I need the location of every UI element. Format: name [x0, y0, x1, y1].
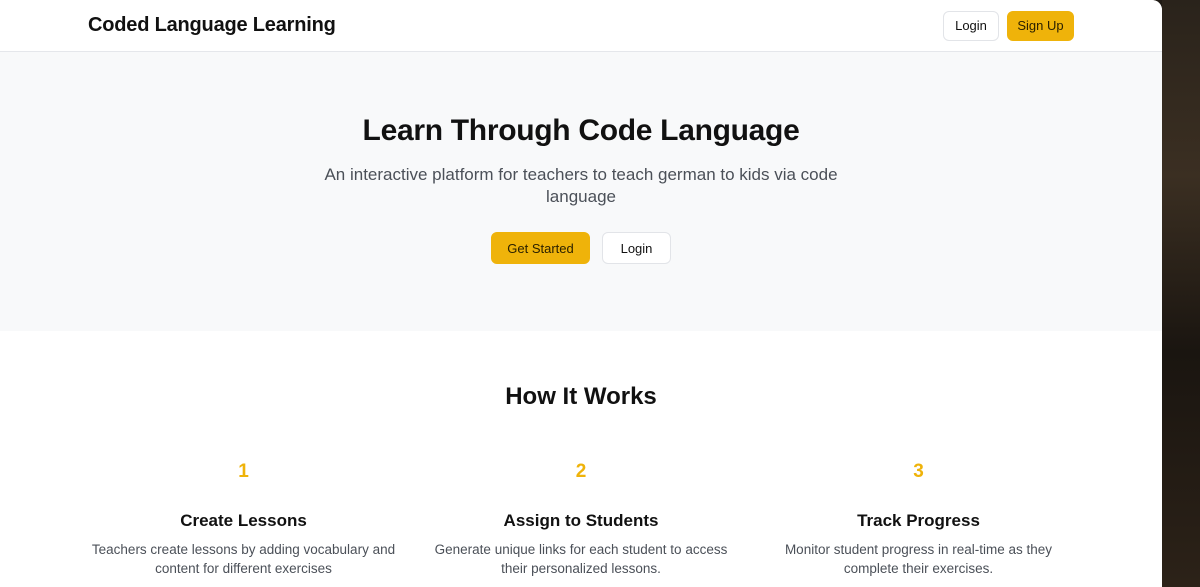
- step-title: Create Lessons: [180, 511, 307, 530]
- how-it-works-title: How It Works: [505, 383, 657, 410]
- get-started-button[interactable]: Get Started: [491, 232, 590, 264]
- step-description: Teachers create lessons by adding vocabu…: [91, 542, 396, 576]
- step-title: Track Progress: [857, 511, 980, 530]
- navbar: Coded Language Learning Login Sign Up: [0, 0, 1162, 52]
- step-number: 1: [238, 461, 249, 482]
- nav-signup-button[interactable]: Sign Up: [1007, 10, 1074, 41]
- step-description: Generate unique links for each student t…: [434, 542, 728, 576]
- how-it-works-section: How It Works 1 Create Lessons Teachers c…: [0, 331, 1162, 578]
- step-title: Assign to Students: [503, 511, 659, 530]
- nav-login-button[interactable]: Login: [943, 10, 999, 41]
- hero-login-button[interactable]: Login: [602, 232, 671, 264]
- step-number: 2: [575, 461, 587, 482]
- step-number: 3: [913, 461, 924, 482]
- step-create-lessons: 1 Create Lessons Teachers create lessons…: [75, 461, 412, 578]
- hero-actions: Get Started Login: [491, 232, 671, 264]
- nav-actions: Login Sign Up: [943, 10, 1074, 41]
- brand-title[interactable]: Coded Language Learning: [88, 14, 336, 37]
- hero-subtitle: An interactive platform for teachers to …: [324, 165, 838, 206]
- step-description: Monitor student progress in real-time as…: [784, 542, 1053, 576]
- hero-title: Learn Through Code Language: [362, 114, 800, 147]
- step-track-progress: 3 Track Progress Monitor student progres…: [750, 461, 1087, 578]
- hero-section: Learn Through Code Language An interacti…: [0, 52, 1162, 331]
- steps-list: 1 Create Lessons Teachers create lessons…: [0, 461, 1162, 578]
- browser-page: Coded Language Learning Login Sign Up Le…: [0, 0, 1162, 587]
- desktop-background: [1162, 0, 1200, 587]
- step-assign-students: 2 Assign to Students Generate unique lin…: [413, 461, 750, 578]
